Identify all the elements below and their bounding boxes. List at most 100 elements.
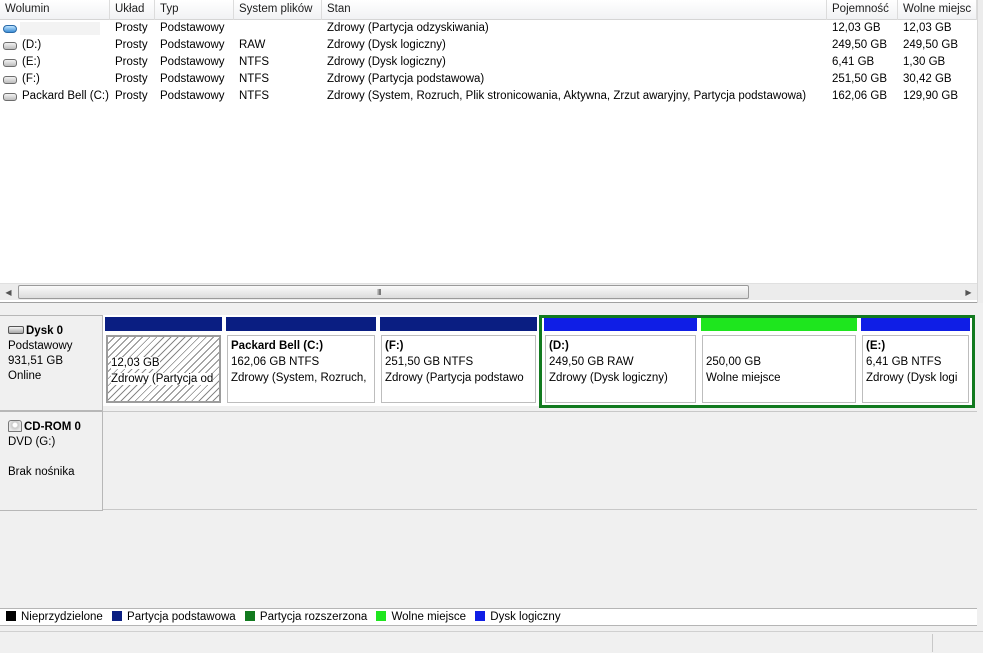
column-header-type[interactable]: Typ bbox=[155, 0, 234, 20]
partition-bar bbox=[226, 317, 376, 331]
legend: Nieprzydzielone Partycja podstawowa Part… bbox=[0, 608, 977, 626]
volume-layout: Prosty bbox=[115, 22, 148, 34]
volume-name: Packard Bell (C:) bbox=[22, 90, 109, 102]
column-header-capacity[interactable]: Pojemność bbox=[827, 0, 898, 20]
partition-d[interactable]: (D:) 249,50 GB RAW Zdrowy (Dysk logiczny… bbox=[542, 315, 699, 406]
legend-item: Partycja rozszerzona bbox=[244, 609, 367, 626]
drive-icon bbox=[3, 76, 17, 84]
legend-swatch bbox=[475, 611, 486, 621]
legend-label: Nieprzydzielone bbox=[21, 611, 103, 623]
volume-list-header: Wolumin Układ Typ System plików Stan Poj… bbox=[0, 0, 977, 20]
volume-type: Podstawowy bbox=[160, 90, 225, 102]
horizontal-scrollbar[interactable]: ◀ III ▶ bbox=[0, 283, 977, 300]
column-header-volume[interactable]: Wolumin bbox=[0, 0, 110, 20]
partition-recovery[interactable]: 12,03 GB Zdrowy (Partycja od bbox=[103, 315, 224, 406]
legend-swatch bbox=[112, 611, 123, 621]
partition-status: Zdrowy (System, Rozruch, bbox=[231, 372, 367, 384]
disk-title: Dysk 0 bbox=[26, 325, 64, 337]
status-divider bbox=[932, 634, 933, 652]
drive-icon bbox=[3, 59, 17, 67]
scroll-left-icon[interactable]: ◀ bbox=[0, 284, 17, 301]
table-row[interactable]: Prosty Podstawowy Zdrowy (Partycja odzys… bbox=[0, 20, 977, 37]
scroll-grip: III bbox=[377, 288, 382, 297]
disk-state: Brak nośnika bbox=[8, 466, 75, 478]
drive-icon bbox=[3, 93, 17, 101]
volume-free-space: 249,50 GB bbox=[903, 39, 958, 51]
legend-item: Wolne miejsce bbox=[376, 609, 466, 626]
cdrom-icon bbox=[8, 420, 22, 432]
partition-f[interactable]: (F:) 251,50 GB NTFS Zdrowy (Partycja pod… bbox=[378, 315, 539, 406]
partition-size: 250,00 GB bbox=[706, 356, 761, 368]
disk-type: DVD (G:) bbox=[8, 436, 56, 448]
cdrom-0-area[interactable] bbox=[103, 411, 977, 510]
volume-status: Zdrowy (Partycja odzyskiwania) bbox=[327, 22, 489, 34]
recovery-volume-icon bbox=[3, 25, 17, 33]
vertical-scrollbar[interactable] bbox=[977, 0, 983, 303]
legend-label: Partycja podstawowa bbox=[127, 611, 236, 623]
volume-status: Zdrowy (Dysk logiczny) bbox=[327, 56, 446, 68]
partition-status: Zdrowy (Partycja podstawo bbox=[385, 372, 524, 384]
column-header-free-space[interactable]: Wolne miejsc bbox=[898, 0, 977, 20]
volume-capacity: 249,50 GB bbox=[832, 39, 887, 51]
partition-status: Zdrowy (Dysk logi bbox=[866, 372, 958, 384]
volume-free-space: 30,42 GB bbox=[903, 73, 952, 85]
partition-bar bbox=[380, 317, 537, 331]
status-bar bbox=[0, 631, 983, 653]
volume-status: Zdrowy (Dysk logiczny) bbox=[327, 39, 446, 51]
disk-0-partitions: 12,03 GB Zdrowy (Partycja od Packard Bel… bbox=[103, 315, 977, 410]
legend-label: Wolne miejsce bbox=[391, 611, 467, 623]
column-header-filesystem[interactable]: System plików bbox=[234, 0, 322, 20]
partition-bar bbox=[105, 317, 222, 331]
volume-list: Wolumin Układ Typ System plików Stan Poj… bbox=[0, 0, 983, 303]
volume-capacity: 6,41 GB bbox=[832, 56, 875, 68]
volume-name: (E:) bbox=[22, 56, 41, 68]
scroll-right-icon[interactable]: ▶ bbox=[960, 284, 977, 301]
table-row[interactable]: (E:) Prosty Podstawowy NTFS Zdrowy (Dysk… bbox=[0, 54, 977, 71]
disk-size bbox=[8, 450, 102, 465]
partition-name: (D:) bbox=[549, 340, 569, 352]
volume-filesystem: RAW bbox=[239, 39, 266, 51]
partition-size: 12,03 GB bbox=[111, 357, 160, 369]
drive-icon bbox=[3, 42, 17, 50]
disk-size: 931,51 GB bbox=[8, 355, 63, 367]
legend-item: Dysk logiczny bbox=[475, 609, 561, 626]
partition-size: 6,41 GB NTFS bbox=[866, 356, 942, 368]
table-row[interactable]: (F:) Prosty Podstawowy NTFS Zdrowy (Part… bbox=[0, 71, 977, 88]
partition-free-space[interactable]: 250,00 GB Wolne miejsce bbox=[699, 315, 859, 406]
legend-swatch bbox=[244, 611, 255, 621]
disk-0-label[interactable]: Dysk 0 Podstawowy 931,51 GB Online bbox=[0, 315, 103, 411]
volume-status: Zdrowy (System, Rozruch, Plik stronicowa… bbox=[327, 90, 807, 102]
partition-name: Packard Bell (C:) bbox=[231, 340, 324, 352]
disk-map: Dysk 0 Podstawowy 931,51 GB Online 12,03… bbox=[0, 311, 977, 608]
volume-name: (F:) bbox=[22, 73, 40, 85]
column-header-layout[interactable]: Układ bbox=[110, 0, 155, 20]
partition-c[interactable]: Packard Bell (C:) 162,06 GB NTFS Zdrowy … bbox=[224, 315, 378, 406]
volume-capacity: 251,50 GB bbox=[832, 73, 887, 85]
volume-layout: Prosty bbox=[115, 56, 148, 68]
volume-layout: Prosty bbox=[115, 39, 148, 51]
partition-size: 249,50 GB RAW bbox=[549, 356, 634, 368]
cdrom-0-label[interactable]: CD-ROM 0 DVD (G:) Brak nośnika bbox=[0, 411, 103, 511]
legend-swatch bbox=[6, 611, 16, 621]
volume-free-space: 12,03 GB bbox=[903, 22, 952, 34]
horizontal-scroll-thumb[interactable]: III bbox=[18, 285, 749, 299]
partition-e[interactable]: (E:) 6,41 GB NTFS Zdrowy (Dysk logi bbox=[859, 315, 972, 406]
partition-bar bbox=[544, 317, 697, 331]
legend-swatch bbox=[376, 611, 387, 621]
volume-capacity: 162,06 GB bbox=[832, 90, 887, 102]
column-header-status[interactable]: Stan bbox=[322, 0, 827, 20]
volume-filesystem: NTFS bbox=[239, 90, 270, 102]
volume-type: Podstawowy bbox=[160, 73, 225, 85]
volume-name: (D:) bbox=[22, 39, 42, 51]
partition-bar bbox=[701, 317, 857, 331]
legend-label: Dysk logiczny bbox=[490, 611, 561, 623]
volume-name-placeholder bbox=[20, 22, 100, 35]
table-row[interactable]: (D:) Prosty Podstawowy RAW Zdrowy (Dysk … bbox=[0, 37, 977, 54]
partition-status: Zdrowy (Partycja od bbox=[111, 373, 214, 385]
disk-state: Online bbox=[8, 370, 42, 382]
legend-item: Partycja podstawowa bbox=[112, 609, 236, 626]
volume-status: Zdrowy (Partycja podstawowa) bbox=[327, 73, 485, 85]
volume-type: Podstawowy bbox=[160, 56, 225, 68]
partition-name: (F:) bbox=[385, 340, 404, 352]
table-row[interactable]: Packard Bell (C:) Prosty Podstawowy NTFS… bbox=[0, 88, 977, 105]
